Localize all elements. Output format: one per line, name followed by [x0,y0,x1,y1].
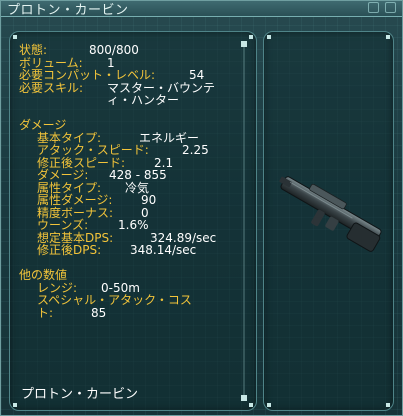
item-detail-window: プロトン・カービン 状態: 800/800 ボリューム: 1 必要コンパット・レ… [0,0,403,416]
attribute-damage-value: 90 [141,193,157,207]
window-title: プロトン・カービン [7,3,129,18]
minimize-icon[interactable] [368,2,379,13]
attribute-damage-label: 属性ダメージ: [37,193,113,207]
close-icon[interactable] [385,2,396,13]
wounds-value: 1.6% [118,218,149,232]
special-attack-cost-label-line2: ト: [37,305,54,320]
status-value: 800/800 [89,43,139,57]
titlebar[interactable]: プロトン・カービン [1,1,402,18]
skill-label: 必要スキル: [19,80,84,95]
skill-value-line2: ィ・ハンター [107,93,180,107]
modified-dps-value: 348.14/sec [130,243,197,257]
wounds-label: ウーンズ: [37,218,89,232]
special-attack-cost-label-line1: スペシャル・アタック・コス [37,293,192,307]
modified-dps-label: 修正後DPS: [37,243,102,257]
damage-value: 428 - 855 [109,168,167,182]
compat-level-value: 54 [189,68,205,82]
attack-speed-value: 2.25 [182,143,209,157]
attack-speed-label: アタック・スピード: [37,143,149,157]
status-label: 状態: [19,43,48,57]
weapon-carbine-image [279,176,382,252]
item-name-footer: プロトン・カービン [21,387,139,402]
special-attack-cost-value: 85 [91,305,107,320]
damage-section-header: ダメージ [19,118,67,132]
other-values-header: 他の数値 [19,268,68,282]
compat-level-label: 必要コンパット・レベル: [19,68,156,82]
damage-label: ダメージ: [37,168,89,182]
item-stats: 状態: 800/800 ボリューム: 1 必要コンパット・レベル: 54 必要ス… [19,44,249,319]
